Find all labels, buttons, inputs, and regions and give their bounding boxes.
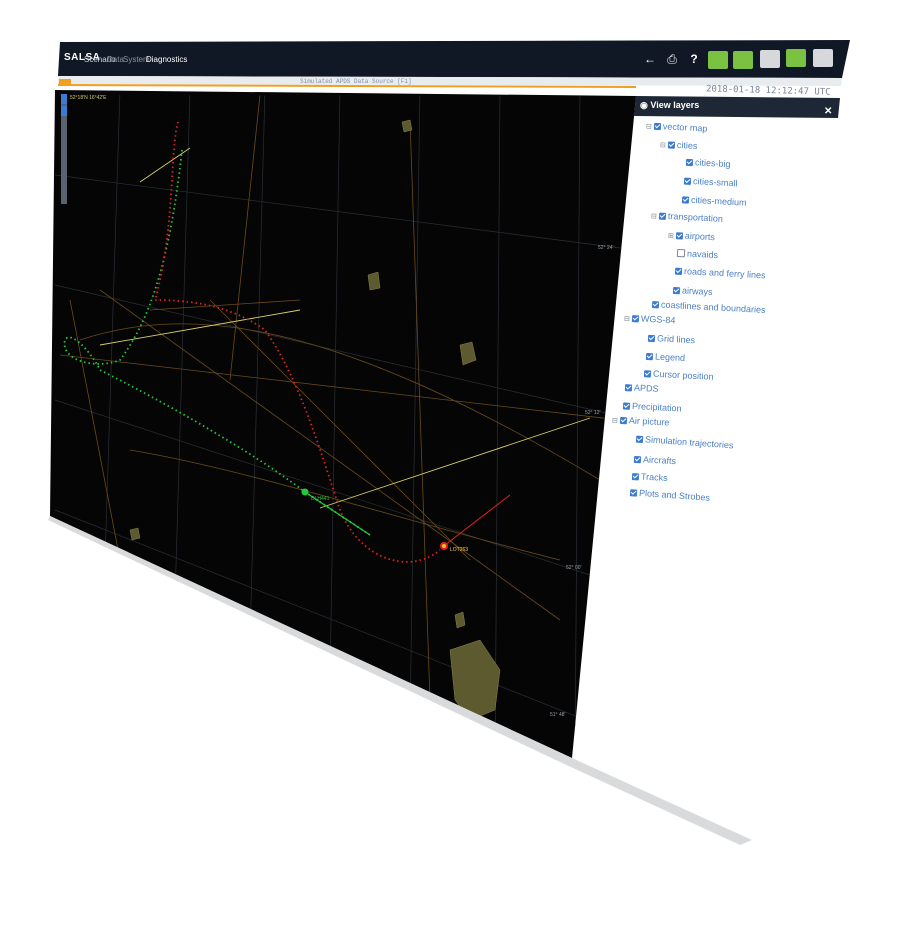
layer-airways[interactable]: airways bbox=[672, 285, 713, 298]
aircraft-label-red[interactable]: LOT263 bbox=[450, 547, 468, 553]
zoom-out-button[interactable] bbox=[61, 106, 67, 116]
checkbox-icon[interactable] bbox=[624, 384, 633, 392]
lat-label-2: 52° 12' bbox=[585, 410, 601, 416]
cursor-position-readout: 52°18'N 16°42'E bbox=[70, 95, 107, 101]
layer-tracks[interactable]: Tracks bbox=[631, 471, 668, 483]
data-source-title: Simulated APDS Data Source [F1] bbox=[300, 78, 412, 85]
layer-label: Grid lines bbox=[656, 333, 696, 346]
settings-button[interactable] bbox=[813, 49, 833, 67]
layer-label: Tracks bbox=[640, 471, 668, 483]
checkbox-icon[interactable] bbox=[675, 232, 684, 240]
top-bar: SALSA Scenario Data System Diagnostics ←… bbox=[60, 44, 850, 78]
checkbox-icon[interactable] bbox=[651, 301, 660, 309]
print-icon[interactable]: ⎙ bbox=[664, 52, 680, 66]
upload-button[interactable] bbox=[786, 49, 806, 67]
layers-close-icon[interactable]: ✕ bbox=[824, 106, 832, 117]
layer-cities[interactable]: ⊟ cities bbox=[660, 139, 698, 151]
checkbox-icon[interactable] bbox=[631, 473, 640, 481]
lat-label-1: 52° 24' bbox=[598, 245, 614, 251]
aircraft-green-marker[interactable] bbox=[301, 488, 309, 496]
checkbox-icon[interactable] bbox=[643, 370, 652, 378]
layer-label: Air picture bbox=[628, 415, 670, 428]
screen-stage: SALSA Scenario Data System Diagnostics ←… bbox=[0, 0, 900, 938]
layer-label: cities-big bbox=[694, 157, 731, 170]
layer-label: navaids bbox=[686, 248, 719, 261]
collapse-icon[interactable]: ⊟ bbox=[660, 142, 666, 149]
checkbox-icon[interactable] bbox=[683, 177, 692, 185]
layers-title-text: View layers bbox=[650, 100, 700, 110]
layer-aircrafts[interactable]: Aircrafts bbox=[633, 454, 677, 467]
checkbox-icon[interactable] bbox=[635, 435, 644, 444]
help-icon[interactable]: ? bbox=[686, 52, 702, 66]
lat-label-3: 52° 00' bbox=[566, 565, 582, 571]
checkbox-icon[interactable] bbox=[681, 196, 690, 204]
layer-legend[interactable]: Legend bbox=[645, 351, 686, 364]
layer-label: airways bbox=[681, 285, 713, 298]
app-window-svg bbox=[48, 40, 850, 845]
collapse-icon[interactable]: ⊟ bbox=[624, 316, 630, 323]
aircraft-red-marker-core bbox=[442, 544, 446, 548]
menu-diagnostics[interactable]: Diagnostics bbox=[146, 55, 187, 64]
checkbox-icon[interactable] bbox=[647, 334, 656, 343]
eye-icon: ◉ bbox=[640, 100, 651, 110]
checkbox-icon[interactable] bbox=[619, 416, 628, 425]
checkbox-icon[interactable] bbox=[674, 267, 683, 275]
layer-label: APDS bbox=[633, 382, 659, 394]
menu-data[interactable]: Data bbox=[107, 55, 124, 64]
checkbox-icon[interactable] bbox=[685, 158, 694, 167]
aircraft-label-green[interactable]: DLH441 bbox=[311, 496, 329, 502]
checkbox-icon[interactable] bbox=[645, 352, 654, 361]
cloud-button[interactable] bbox=[760, 50, 780, 68]
collapse-icon[interactable]: ⊟ bbox=[651, 213, 657, 220]
zoom-in-button[interactable] bbox=[61, 94, 67, 104]
layers-button[interactable] bbox=[733, 51, 753, 69]
layer-label: cities bbox=[676, 139, 698, 151]
layer-label: Aircrafts bbox=[642, 454, 677, 467]
orange-tab bbox=[59, 79, 71, 85]
checkbox-icon[interactable] bbox=[672, 286, 681, 295]
checkbox-icon[interactable] bbox=[676, 248, 686, 258]
lat-label-4: 51° 48' bbox=[550, 712, 566, 718]
layer-label: WGS-84 bbox=[640, 313, 676, 326]
layer-apds[interactable]: APDS bbox=[624, 382, 659, 394]
layer-label: Legend bbox=[654, 351, 686, 364]
checkbox-icon[interactable] bbox=[622, 402, 631, 410]
layers-panel-title: ◉ View layers bbox=[640, 100, 699, 111]
layer-navaids[interactable]: navaids bbox=[676, 248, 719, 261]
layer-label: airports bbox=[684, 230, 716, 243]
share-button[interactable] bbox=[708, 51, 728, 69]
checkbox-icon[interactable] bbox=[629, 489, 638, 497]
checkbox-icon[interactable] bbox=[631, 315, 640, 323]
checkbox-icon[interactable] bbox=[653, 122, 662, 131]
checkbox-icon[interactable] bbox=[667, 141, 676, 149]
checkbox-icon[interactable] bbox=[633, 455, 642, 464]
collapse-icon[interactable]: ⊟ bbox=[612, 418, 618, 425]
collapse-icon[interactable]: ⊟ bbox=[646, 123, 652, 130]
back-arrow-icon[interactable]: ← bbox=[642, 52, 658, 66]
expand-icon[interactable]: ⊞ bbox=[668, 233, 674, 240]
checkbox-icon[interactable] bbox=[658, 212, 667, 220]
